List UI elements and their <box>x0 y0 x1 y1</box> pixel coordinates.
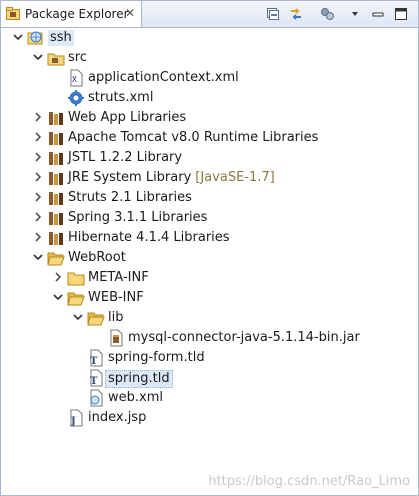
tree-item-label: WEB-INF <box>88 290 144 305</box>
chevron-down-icon[interactable] <box>31 250 45 264</box>
tree-item-label: Web App Libraries <box>68 110 187 125</box>
jre-version-suffix: [JavaSE-1.7] <box>195 170 275 185</box>
chevron-right-icon[interactable] <box>31 170 45 184</box>
view-tab-bar: Package Explorer ✕ <box>1 1 418 28</box>
chevron-right-icon[interactable] <box>31 230 45 244</box>
tree-item-label: Hibernate 4.1.4 Libraries <box>68 230 230 245</box>
jar-file-icon <box>110 329 123 347</box>
library-icon <box>49 152 63 165</box>
web-xml-icon <box>90 389 103 407</box>
tree-item-label: mysql-connector-java-5.1.14-bin.jar <box>128 330 360 345</box>
tld-file-icon: T <box>90 369 103 387</box>
tab-package-explorer[interactable]: Package Explorer ✕ <box>1 1 142 27</box>
web-project-icon <box>27 31 43 45</box>
tree-item-label: META-INF <box>88 270 149 285</box>
minimize-icon[interactable] <box>370 6 386 22</box>
chevron-right-icon[interactable] <box>31 130 45 144</box>
library-icon <box>49 232 63 245</box>
svg-text:X: X <box>72 75 77 84</box>
svg-text:J: J <box>70 416 76 427</box>
tree-item-label: JRE System Library [JavaSE-1.7] <box>68 170 275 185</box>
chevron-down-icon[interactable] <box>71 310 85 324</box>
tree-item-label: lib <box>108 310 124 325</box>
tld-file-icon: T <box>90 349 103 367</box>
folder-open-icon <box>87 312 105 326</box>
tree-item-label: WebRoot <box>68 250 126 265</box>
tab-title: Package Explorer <box>25 7 129 21</box>
chevron-right-icon[interactable] <box>31 150 45 164</box>
tree-item-label: web.xml <box>108 390 163 405</box>
library-icon <box>49 192 63 205</box>
watermark: https://blog.csdn.net/Rao_Limo <box>208 474 410 489</box>
tree-item-label: Apache Tomcat v8.0 Runtime Libraries <box>68 130 319 145</box>
tree-item-label: struts.xml <box>88 90 154 105</box>
chevron-right-icon[interactable] <box>31 210 45 224</box>
svg-text:T: T <box>90 376 98 387</box>
focus-icon[interactable] <box>319 6 335 22</box>
chevron-down-icon[interactable] <box>31 50 45 64</box>
tree-item-label: spring.tld <box>105 370 173 388</box>
tree-item-label: spring-form.tld <box>108 350 205 365</box>
chevron-right-icon[interactable] <box>51 270 65 284</box>
library-icon <box>49 132 63 145</box>
collapse-all-icon[interactable] <box>265 6 281 22</box>
chevron-right-icon[interactable] <box>31 190 45 204</box>
tree-item-label: applicationContext.xml <box>88 70 239 85</box>
tree-item-label: ssh <box>48 30 74 46</box>
chevron-right-icon[interactable] <box>31 110 45 124</box>
project-tree: ssh src X applicationContext.xml struts.… <box>1 28 418 495</box>
tree-item-label: src <box>68 50 87 65</box>
tree-item-label: JSTL 1.2.2 Library <box>68 150 183 165</box>
xml-file-icon: X <box>70 69 83 87</box>
tree-item-label: Spring 3.1.1 Libraries <box>68 210 208 225</box>
chevron-down-icon[interactable] <box>11 30 25 44</box>
tree-item-label: Struts 2.1 Libraries <box>68 190 192 205</box>
library-icon <box>49 212 63 225</box>
folder-open-icon <box>67 292 85 306</box>
folder-open-icon <box>47 252 65 266</box>
svg-text:T: T <box>90 356 98 367</box>
source-folder-icon <box>47 53 65 66</box>
library-icon <box>49 112 63 125</box>
jsp-file-icon: J <box>70 409 83 427</box>
link-with-editor-icon[interactable] <box>288 6 304 22</box>
tree-item-label: index.jsp <box>88 410 147 425</box>
package-explorer-icon <box>6 7 20 20</box>
folder-icon <box>67 272 85 286</box>
chevron-down-icon[interactable] <box>51 290 65 304</box>
library-icon <box>49 172 63 185</box>
close-icon[interactable]: ✕ <box>123 6 137 20</box>
view-menu-icon[interactable] <box>347 6 363 22</box>
struts-config-icon <box>68 90 84 106</box>
package-explorer-view: Package Explorer ✕ ssh src X application… <box>0 0 419 496</box>
maximize-icon[interactable] <box>393 6 409 22</box>
